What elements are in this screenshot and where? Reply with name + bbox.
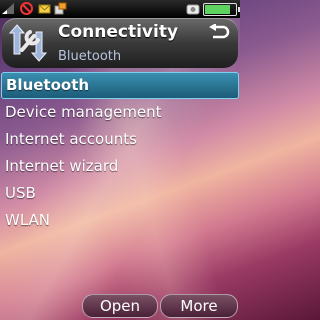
message-icon: [38, 4, 51, 14]
battery-icon: [203, 3, 240, 16]
back-icon[interactable]: [208, 24, 230, 40]
more-button[interactable]: More: [160, 294, 238, 318]
page-subtitle: Bluetooth: [58, 49, 122, 64]
mute-icon: [20, 2, 33, 15]
signal-icon: [2, 3, 14, 14]
menu-item-bluetooth[interactable]: Bluetooth: [1, 72, 239, 99]
menu-item-device-management[interactable]: Device management: [0, 99, 240, 126]
open-button[interactable]: Open: [82, 294, 158, 318]
status-bar: [0, 0, 240, 18]
connectivity-icon: [8, 24, 48, 62]
menu-item-internet-accounts[interactable]: Internet accounts: [0, 126, 240, 153]
menu-item-usb[interactable]: USB: [0, 180, 240, 207]
menu-item-internet-wizard[interactable]: Internet wizard: [0, 153, 240, 180]
battery-level: [205, 5, 231, 14]
menu-list: Bluetooth Device management Internet acc…: [0, 72, 240, 234]
title-bar: Connectivity Bluetooth: [2, 18, 238, 68]
softkey-bar: Open More: [0, 294, 240, 320]
menu-item-wlan[interactable]: WLAN: [0, 207, 240, 234]
camera-icon: [186, 4, 200, 15]
page-title: Connectivity: [58, 22, 179, 42]
network-icon: [54, 2, 67, 15]
